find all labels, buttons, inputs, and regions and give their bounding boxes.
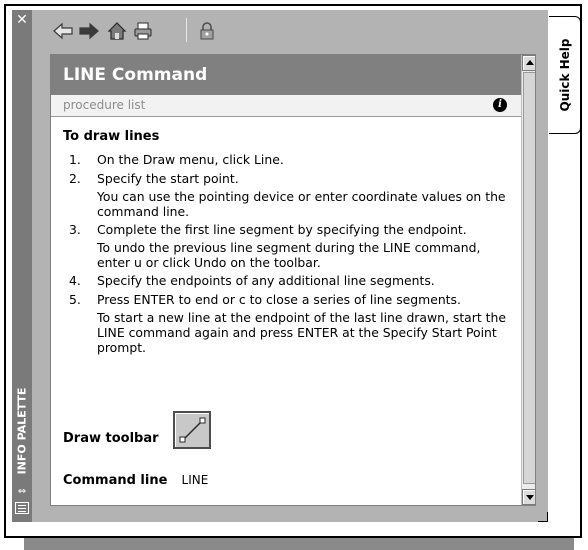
step-note: To undo the previous line segment during… (97, 240, 481, 270)
scroll-down-button[interactable] (522, 489, 535, 505)
vertical-scrollbar[interactable] (521, 55, 535, 505)
step-text: On the Draw menu, click Line. (97, 152, 284, 167)
step-text: Press ENTER to end or c to close a serie… (97, 292, 461, 307)
properties-icon[interactable]: ⇔ (15, 486, 29, 498)
procedure-heading: To draw lines (63, 129, 160, 144)
tab-procedure-list[interactable]: procedure list (63, 98, 145, 112)
tab-quick-help-label: Quick Help (557, 38, 572, 112)
list-item: 1. On the Draw menu, click Line. (63, 152, 515, 168)
print-icon[interactable] (132, 20, 154, 42)
toolbar (32, 10, 548, 50)
draw-toolbar-label: Draw toolbar (63, 431, 159, 446)
menu-icon[interactable] (15, 502, 29, 514)
page-title: LINE Command (51, 55, 521, 95)
help-content-pane: LINE Command procedure list i To draw li… (50, 54, 536, 506)
palette-title-text: INFO PALETTE (15, 387, 29, 475)
scroll-up-button[interactable] (522, 55, 535, 71)
palette-title: INFO PALETTE (12, 382, 32, 480)
list-item: 4. Specify the endpoints of any addition… (63, 273, 515, 289)
scroll-thumb[interactable] (523, 72, 535, 484)
procedure-list-bar: procedure list i (51, 95, 521, 117)
step-number: 5. (69, 292, 81, 307)
step-number: 1. (69, 152, 81, 167)
info-icon[interactable]: i (493, 98, 507, 112)
palette-shadow (24, 536, 574, 550)
command-line-value: LINE (181, 473, 209, 487)
lock-icon[interactable] (196, 20, 218, 42)
info-palette: ✕ INFO PALETTE ⇔ LINE Command procedure … (12, 10, 548, 522)
step-number: 4. (69, 273, 81, 288)
step-note: To start a new line at the endpoint of t… (97, 310, 506, 355)
step-number: 2. (69, 171, 81, 186)
back-icon[interactable] (52, 20, 74, 42)
forward-icon[interactable] (78, 20, 100, 42)
home-icon[interactable] (106, 20, 128, 42)
line-icon (179, 417, 206, 443)
chevron-up-icon (526, 60, 534, 65)
command-line-row: Command line LINE (63, 473, 208, 488)
list-item: 2. Specify the start point. You can use … (63, 171, 515, 219)
command-line-label: Command line (63, 473, 168, 488)
close-icon[interactable]: ✕ (14, 12, 30, 28)
step-text: Complete the first line segment by speci… (97, 222, 467, 237)
step-text: Specify the endpoints of any additional … (97, 273, 435, 288)
list-item: 5. Press ENTER to end or c to close a se… (63, 292, 515, 355)
chevron-down-icon (526, 495, 534, 500)
palette-titlebar[interactable]: ✕ INFO PALETTE ⇔ (12, 10, 32, 522)
tab-quick-help[interactable]: Quick Help (549, 16, 581, 134)
list-item: 3. Complete the first line segment by sp… (63, 222, 515, 270)
step-note: You can use the pointing device or enter… (97, 189, 506, 219)
step-text: Specify the start point. (97, 171, 239, 186)
toolbar-separator (186, 18, 187, 42)
resize-corner[interactable] (538, 512, 548, 522)
line-tool-button[interactable] (173, 411, 211, 449)
step-number: 3. (69, 222, 81, 237)
procedure-body: To draw lines 1. On the Draw menu, click… (63, 129, 515, 358)
